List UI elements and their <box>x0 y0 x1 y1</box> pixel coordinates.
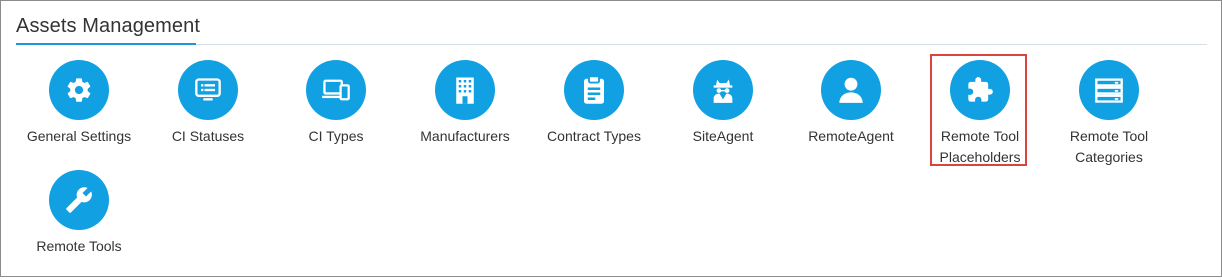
tile-label-line2: Categories <box>1075 149 1143 165</box>
tile-label: Remote Tools <box>36 238 122 254</box>
clipboard-icon <box>564 60 624 120</box>
tile-ci-types[interactable]: CI Types <box>276 60 396 170</box>
tile-label: SiteAgent <box>692 128 754 144</box>
tile-remoteagent[interactable]: RemoteAgent <box>791 60 911 170</box>
building-icon <box>435 60 495 120</box>
tile-general-settings[interactable]: General Settings <box>19 60 139 170</box>
tile-label: Remote Tool Categories <box>1049 126 1169 168</box>
wrench-icon <box>49 170 109 230</box>
tile-label: Contract Types <box>547 128 641 144</box>
gear-icon <box>49 60 109 120</box>
tile-label: General Settings <box>26 128 132 144</box>
tile-siteagent[interactable]: SiteAgent <box>663 60 783 170</box>
tile-label: Manufacturers <box>420 128 510 144</box>
assets-management-panel: Assets Management General Settings CI St… <box>0 0 1222 277</box>
tile-label-line1: Remote Tool <box>1069 128 1149 144</box>
tile-label: RemoteAgent <box>808 128 894 144</box>
tile-contract-types[interactable]: Contract Types <box>534 60 654 170</box>
spy-agent-icon <box>693 60 753 120</box>
tile-ci-statuses[interactable]: CI Statuses <box>148 60 268 170</box>
tile-remote-tools[interactable]: Remote Tools <box>19 170 139 280</box>
devices-icon <box>306 60 366 120</box>
tile-label: CI Types <box>308 128 364 144</box>
monitor-list-icon <box>178 60 238 120</box>
tile-remote-tool-categories[interactable]: Remote Tool Categories <box>1049 60 1169 170</box>
title-accent-bar <box>16 43 196 45</box>
user-icon <box>821 60 881 120</box>
server-rack-icon <box>1079 60 1139 120</box>
tile-manufacturers[interactable]: Manufacturers <box>405 60 525 170</box>
tile-label: CI Statuses <box>171 128 245 144</box>
section-title: Assets Management <box>16 15 201 37</box>
selection-highlight <box>930 54 1027 166</box>
